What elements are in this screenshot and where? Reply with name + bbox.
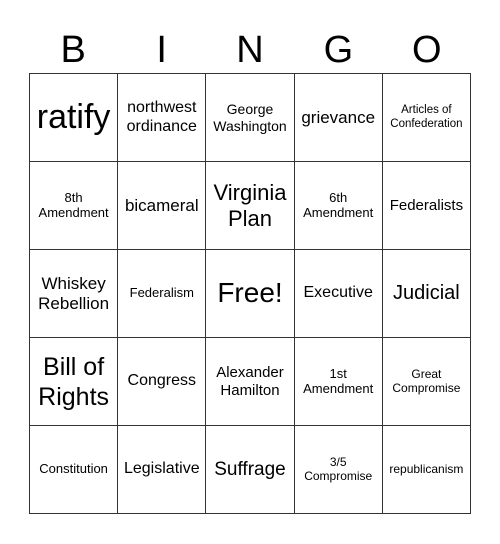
header-letter-n: N <box>236 29 264 71</box>
bingo-cell[interactable]: Legislative <box>118 426 207 514</box>
header-letter-o: O <box>412 29 442 71</box>
bingo-cell[interactable]: Executive <box>294 250 383 338</box>
bingo-cell[interactable]: Judicial <box>382 250 471 338</box>
bingo-cell[interactable]: Constitution <box>30 426 119 514</box>
header-letter-i: I <box>156 29 167 71</box>
bingo-cell[interactable]: republicanism <box>382 426 471 514</box>
bingo-cell[interactable]: 1st Amendment <box>294 338 383 426</box>
bingo-cell[interactable]: Bill of Rights <box>30 338 119 426</box>
bingo-cell[interactable]: Federalism <box>118 250 207 338</box>
bingo-cell[interactable]: Congress <box>118 338 207 426</box>
bingo-header: B I N G O <box>29 28 471 72</box>
bingo-cell[interactable]: 3/5 Compromise <box>294 426 383 514</box>
bingo-free-space[interactable]: Free! <box>206 250 295 338</box>
bingo-cell[interactable]: Alexander Hamilton <box>206 338 295 426</box>
bingo-cell[interactable]: Suffrage <box>206 426 295 514</box>
bingo-cell[interactable]: Whiskey Rebellion <box>30 250 119 338</box>
bingo-cell[interactable]: ratify <box>30 74 119 162</box>
bingo-cell[interactable]: northwest ordinance <box>118 74 207 162</box>
bingo-cell[interactable]: Great Compromise <box>382 338 471 426</box>
header-letter-g: G <box>323 29 354 71</box>
bingo-cell[interactable]: Virginia Plan <box>206 162 295 250</box>
bingo-cell[interactable]: George Washington <box>206 74 295 162</box>
bingo-cell[interactable]: 8th Amendment <box>30 162 119 250</box>
bingo-cell[interactable]: grievance <box>294 74 383 162</box>
bingo-board: ratify northwest ordinance George Washin… <box>29 73 471 514</box>
bingo-cell[interactable]: Articles of Confederation <box>382 74 471 162</box>
header-letter-b: B <box>60 29 86 71</box>
bingo-cell[interactable]: Federalists <box>382 162 471 250</box>
bingo-cell[interactable]: bicameral <box>118 162 207 250</box>
bingo-cell[interactable]: 6th Amendment <box>294 162 383 250</box>
